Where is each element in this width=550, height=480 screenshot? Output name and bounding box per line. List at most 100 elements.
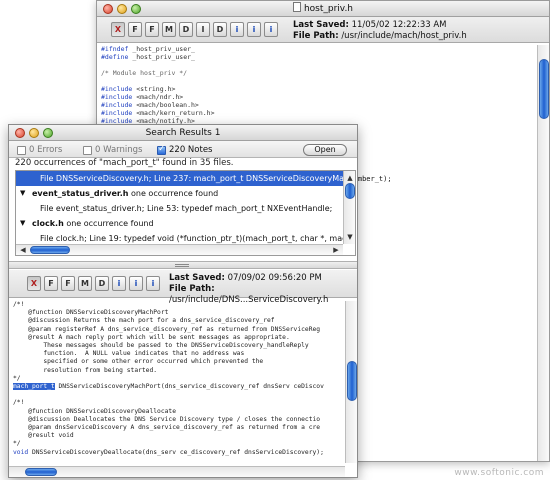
scroll-thumb[interactable]	[539, 59, 549, 119]
disclosure-triangle-icon[interactable]: ▼	[20, 186, 25, 201]
code-line: @discussion Deallocates the DNS Service …	[13, 416, 351, 424]
toolbar-button[interactable]: D	[213, 22, 227, 37]
preview-vertical-scrollbar[interactable]	[345, 301, 357, 463]
warnings-filter-checkbox[interactable]: 0 Warnings	[83, 145, 143, 155]
scroll-down-arrow-icon[interactable]: ▼	[346, 233, 354, 241]
code-text: @result A mach reply port which will be …	[13, 333, 290, 341]
file-path-value: /usr/include/mach/host_priv.h	[341, 31, 467, 41]
code-text: @discussion Deallocates the DNS Service …	[13, 415, 321, 423]
minimize-window-button[interactable]	[117, 4, 127, 14]
code-keyword: #ifndef	[101, 45, 129, 53]
toolbar-button[interactable]: X	[27, 276, 41, 291]
source-window-titlebar[interactable]: host_priv.h	[97, 1, 549, 17]
toolbar-button[interactable]: i	[129, 276, 143, 291]
code-text: @function DNSServiceDiscoveryDeallocate	[13, 407, 177, 415]
code-line: #define _host_priv_user_	[101, 53, 531, 61]
code-text: /*!	[13, 301, 25, 308]
code-line: function. A NULL value indicates that no…	[13, 350, 351, 358]
code-line: #ifndef _host_priv_user_	[101, 45, 531, 53]
code-text: _host_priv_user_	[128, 53, 195, 61]
code-text: _host_priv_user_	[128, 45, 195, 53]
code-text: resolution from being started.	[13, 366, 158, 374]
vertical-scrollbar[interactable]	[537, 45, 549, 461]
toolbar-button[interactable]: i	[264, 22, 278, 37]
code-text: <string.h>	[132, 85, 176, 93]
minimize-window-button[interactable]	[29, 128, 39, 138]
scroll-thumb[interactable]	[347, 361, 357, 401]
search-results-window: Search Results 1 0 Errors 0 Warnings 220…	[8, 124, 358, 478]
document-icon	[292, 2, 301, 12]
preview-horizontal-scrollbar[interactable]	[9, 466, 345, 477]
result-group-row[interactable]: ▼ event_status_driver.h one occurrence fo…	[16, 186, 355, 201]
toolbar-button[interactable]: F	[44, 276, 58, 291]
toolbar-button[interactable]: D	[95, 276, 109, 291]
code-line: @result void	[13, 432, 351, 440]
code-keyword: #include	[101, 93, 133, 101]
result-text: File clock.h; Line 19: typedef void (*fu…	[40, 234, 356, 243]
toolbar-button[interactable]: M	[162, 22, 176, 37]
code-line: /* Module host_priv */	[101, 69, 531, 77]
code-text: @param registerRef A dns_service_discove…	[13, 325, 321, 333]
results-horizontal-scrollbar[interactable]: ◀ ▶	[16, 244, 343, 255]
results-vertical-scrollbar[interactable]: ▲ ▼	[343, 171, 355, 244]
toolbar-button[interactable]: i	[247, 22, 261, 37]
code-line	[13, 391, 351, 399]
toolbar-button[interactable]: F	[128, 22, 142, 37]
file-info: Last Saved: 11/05/02 12:22:33 AM File Pa…	[293, 20, 467, 42]
toolbar-button[interactable]: F	[61, 276, 75, 291]
window-title: Search Results 1	[145, 128, 221, 138]
toolbar-button[interactable]: i	[112, 276, 126, 291]
code-line: @param registerRef A dns_service_discove…	[13, 326, 351, 334]
close-window-button[interactable]	[15, 128, 25, 138]
open-button[interactable]: Open	[303, 144, 347, 156]
close-window-button[interactable]	[103, 4, 113, 14]
toolbar-button[interactable]: i	[230, 22, 244, 37]
code-text: @function DNSServiceDiscoveryMachPort	[13, 309, 169, 317]
errors-filter-checkbox[interactable]: 0 Errors	[17, 145, 62, 155]
toolbar-button[interactable]: M	[78, 276, 92, 291]
toolbar-button[interactable]: i	[146, 276, 160, 291]
notes-filter-checkbox[interactable]: 220 Notes	[157, 144, 212, 155]
code-line: @function DNSServiceDiscoveryMachPort	[13, 309, 351, 317]
scroll-thumb[interactable]	[25, 468, 57, 476]
code-editor[interactable]: #ifndef _host_priv_user_ #define _host_pr…	[101, 45, 531, 133]
checkbox-box[interactable]	[157, 144, 166, 155]
scroll-up-arrow-icon[interactable]: ▲	[346, 174, 354, 182]
code-line: /*!	[13, 301, 351, 309]
result-group-row[interactable]: ▼ clock.h one occurrence found	[16, 216, 355, 231]
code-line: @param dnsServiceDiscovery A dns_service…	[13, 424, 351, 432]
code-preview[interactable]: /*! @function DNSServiceDiscoveryMachPor…	[13, 301, 351, 461]
result-row[interactable]: File event_status_driver.h; Line 53: typ…	[16, 201, 355, 216]
file-path-label: File Path:	[293, 31, 339, 41]
result-text: File DNSServiceDiscovery.h; Line 237: ma…	[40, 174, 356, 183]
toolbar-button[interactable]: I	[196, 22, 210, 37]
code-text: <mach/kern_return.h>	[132, 109, 215, 117]
checkbox-box[interactable]	[83, 145, 92, 155]
scroll-right-arrow-icon[interactable]: ▶	[332, 246, 340, 254]
pane-splitter[interactable]	[9, 261, 357, 269]
search-window-titlebar[interactable]: Search Results 1	[9, 125, 357, 141]
code-text: @result void	[13, 432, 74, 440]
code-keyword: #include	[101, 85, 133, 93]
last-saved-value: 07/09/02 09:56:20 PM	[227, 273, 322, 283]
code-text: /*!	[13, 399, 25, 407]
checkbox-box[interactable]	[17, 145, 26, 155]
toolbar-button[interactable]: F	[145, 22, 159, 37]
code-keyword: #define	[101, 53, 129, 61]
toolbar-button[interactable]: D	[179, 22, 193, 37]
scroll-thumb[interactable]	[30, 246, 70, 254]
zoom-window-button[interactable]	[131, 4, 141, 14]
splitter-grip-icon[interactable]	[175, 264, 189, 267]
scroll-thumb[interactable]	[345, 183, 355, 199]
code-line	[101, 61, 531, 69]
zoom-window-button[interactable]	[43, 128, 53, 138]
result-row[interactable]: File DNSServiceDiscovery.h; Line 237: ma…	[16, 171, 355, 186]
code-text: These messages should be passed to the D…	[13, 342, 309, 350]
scroll-left-arrow-icon[interactable]: ◀	[19, 246, 27, 254]
toolbar-button[interactable]: X	[111, 22, 125, 37]
results-list[interactable]: File DNSServiceDiscovery.h; Line 237: ma…	[15, 170, 356, 256]
disclosure-triangle-icon[interactable]: ▼	[20, 216, 25, 231]
code-keyword: void	[13, 448, 29, 456]
